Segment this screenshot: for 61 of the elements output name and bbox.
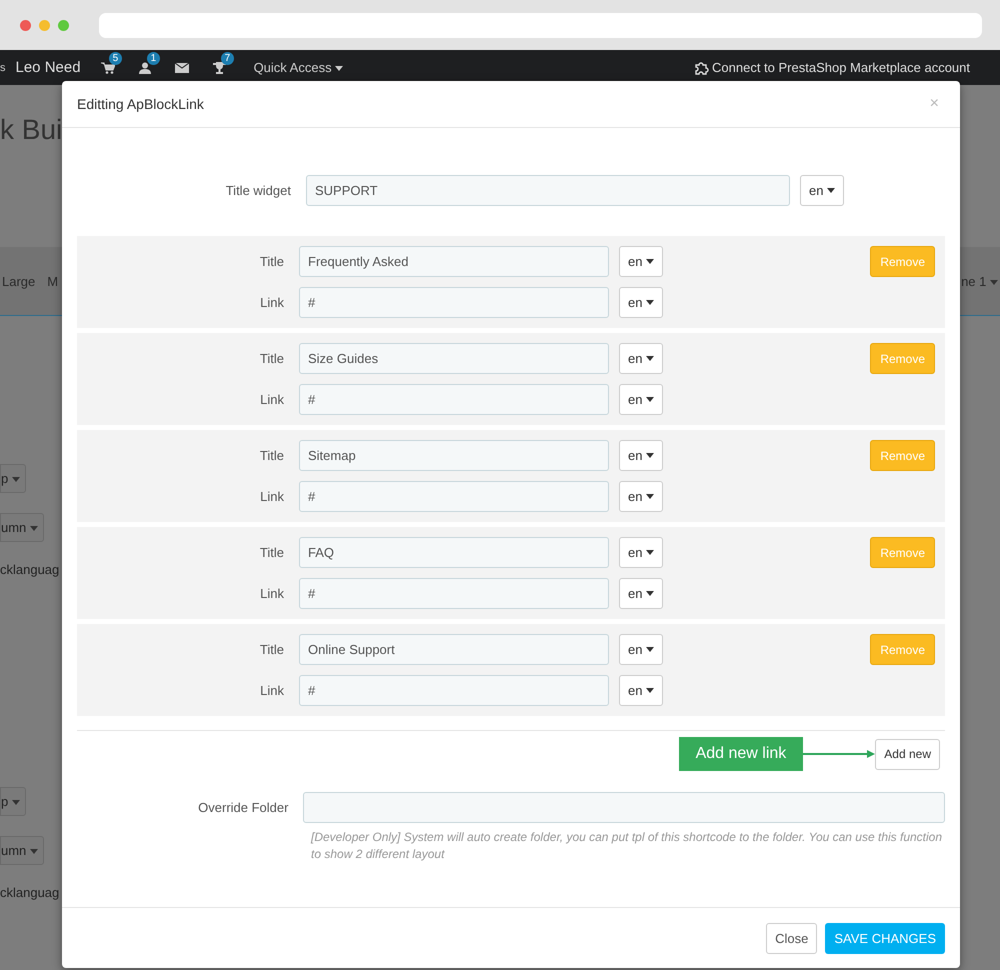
mail-icon[interactable]	[174, 62, 189, 72]
language-dropdown[interactable]: en	[619, 287, 664, 318]
dropdown-button[interactable]: p	[0, 464, 26, 493]
language-dropdown[interactable]: en	[619, 440, 664, 471]
field-label: Title widget	[224, 183, 292, 198]
field-label: Title	[258, 351, 285, 366]
title-field[interactable]: FAQ	[299, 537, 609, 568]
link-field[interactable]: #	[299, 675, 609, 706]
language-dropdown[interactable]: en	[619, 537, 664, 568]
dialog-title: Editting ApBlockLink	[77, 96, 204, 112]
title-widget-field[interactable]: SUPPORT	[306, 175, 790, 206]
field-label: Title	[258, 545, 285, 560]
count-badge: 1	[146, 52, 160, 64]
shop-name[interactable]: Leo Need	[16, 59, 81, 76]
link-field[interactable]: #	[299, 287, 609, 318]
add-new-button[interactable]: Add new	[875, 738, 940, 770]
close-window-icon[interactable]	[20, 20, 31, 30]
widget-name: cklanguag	[0, 562, 60, 577]
field-label: Override Folder	[197, 800, 290, 815]
language-dropdown[interactable]: en	[800, 175, 844, 206]
title-field[interactable]: Size Guides	[299, 343, 609, 374]
cart-icon[interactable]	[100, 62, 115, 74]
language-dropdown[interactable]: en	[619, 481, 664, 512]
link-field[interactable]: #	[299, 384, 609, 415]
title-field[interactable]: Frequently Asked	[299, 246, 609, 277]
language-dropdown[interactable]: en	[619, 578, 664, 609]
language-dropdown[interactable]: en	[619, 246, 664, 277]
title-field[interactable]: Online Support	[299, 634, 609, 665]
trophy-icon[interactable]	[212, 62, 226, 74]
close-button[interactable]: Close	[766, 922, 818, 954]
widget-name: cklanguag	[0, 885, 60, 900]
minimize-window-icon[interactable]	[39, 20, 50, 30]
dropdown-button[interactable]: umn	[0, 513, 44, 542]
language-dropdown[interactable]: en	[619, 384, 664, 415]
field-label: Title	[258, 642, 285, 657]
user-icon[interactable]	[138, 62, 151, 74]
field-label: Title	[258, 448, 285, 463]
field-label: Title	[258, 254, 285, 269]
maximize-window-icon[interactable]	[58, 20, 69, 30]
title-field[interactable]: Sitemap	[299, 440, 609, 471]
field-label: Link	[259, 586, 285, 601]
page-heading: k Bui	[0, 113, 64, 147]
field-label: Link	[259, 489, 285, 504]
field-label: Link	[259, 392, 285, 407]
link-field[interactable]: #	[299, 578, 609, 609]
dropdown-button[interactable]: umn	[0, 836, 44, 865]
language-dropdown[interactable]: en	[619, 675, 664, 706]
override-folder-field[interactable]	[303, 792, 945, 823]
help-text: [Developer Only] System will auto create folder, you can put tpl of this shortcode to the folder. You can use this function to show 2 different layout	[310, 829, 944, 863]
callout-label: Add new link	[678, 737, 804, 771]
count-badge: 7	[220, 52, 234, 64]
shop-name: s	[0, 62, 6, 74]
count-badge: 5	[108, 52, 122, 64]
field-label: Link	[259, 295, 285, 310]
language-dropdown[interactable]: en	[619, 634, 664, 665]
quick-access-menu[interactable]: Quick Access	[254, 60, 344, 75]
field-label: Link	[259, 683, 285, 698]
link-field[interactable]: #	[299, 481, 609, 512]
puzzle-icon	[695, 60, 710, 74]
dropdown-button[interactable]: p	[0, 787, 26, 816]
language-dropdown[interactable]: en	[619, 343, 664, 374]
